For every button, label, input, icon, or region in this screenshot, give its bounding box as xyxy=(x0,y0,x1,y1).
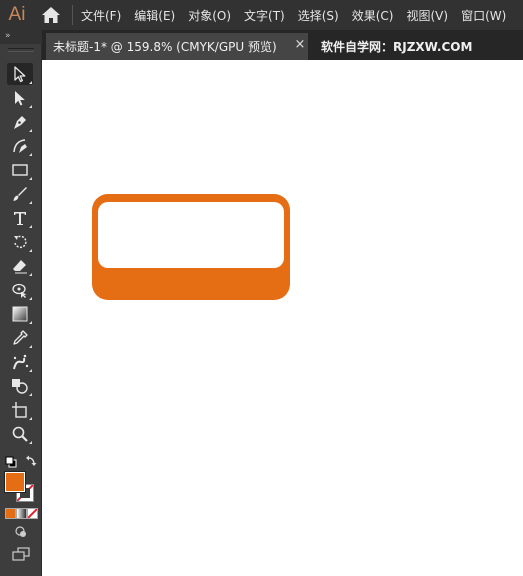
rotate-tool[interactable] xyxy=(7,231,33,253)
rounded-rectangle-shape[interactable] xyxy=(92,194,290,300)
default-colors-button[interactable] xyxy=(5,453,17,468)
menu-select[interactable]: 选择(S) xyxy=(298,7,339,24)
document-tab-bar: 未标题-1* @ 159.8% (CMYK/GPU 预览) × 软件自学网：RJ… xyxy=(42,30,523,60)
puppet-warp-tool[interactable] xyxy=(7,279,33,301)
menu-bar: Ai 文件(F) 编辑(E) 对象(O) 文字(T) 选择(S) 效果(C) 视… xyxy=(0,0,523,30)
puppet-warp-icon xyxy=(12,283,27,298)
sprayer-icon xyxy=(13,354,29,370)
home-button[interactable] xyxy=(34,0,68,30)
rotate-icon xyxy=(14,235,27,249)
brush-icon xyxy=(13,187,27,201)
artboard-icon xyxy=(12,402,27,418)
none-slash-icon xyxy=(28,509,37,518)
type-icon xyxy=(14,212,26,225)
collapse-panel-button[interactable]: » xyxy=(5,31,10,41)
swap-colors-button[interactable] xyxy=(25,452,38,466)
menu-object[interactable]: 对象(O) xyxy=(188,7,231,24)
direct-arrow-icon xyxy=(15,91,25,106)
gradient-icon xyxy=(12,306,28,322)
panel-grip[interactable] xyxy=(8,48,34,52)
rectangle-icon xyxy=(12,164,28,176)
selection-tool[interactable] xyxy=(7,63,33,85)
none-mode-button[interactable] xyxy=(27,508,38,519)
home-icon xyxy=(42,7,60,23)
symbol-sprayer-tool[interactable] xyxy=(7,351,33,373)
eraser-icon xyxy=(13,260,27,274)
shape-builder-icon xyxy=(12,379,28,394)
shape-builder-tool[interactable] xyxy=(7,375,33,397)
screen-mode-button[interactable] xyxy=(10,546,32,562)
menu-effect[interactable]: 效果(C) xyxy=(352,7,394,24)
menu-view[interactable]: 视图(V) xyxy=(406,7,448,24)
close-tab-button[interactable]: × xyxy=(293,37,307,52)
curvature-tool[interactable] xyxy=(7,135,33,157)
menu-window[interactable]: 窗口(W) xyxy=(461,7,506,24)
tools-panel-header: » xyxy=(0,30,42,44)
type-tool[interactable] xyxy=(7,207,33,229)
default-colors-icon xyxy=(5,456,17,468)
eyedropper-tool[interactable] xyxy=(7,327,33,349)
menu-type[interactable]: 文字(T) xyxy=(244,7,285,24)
artboard-tool[interactable] xyxy=(7,399,33,421)
menu-separator xyxy=(72,5,73,25)
app-logo: Ai xyxy=(8,4,26,25)
tools-panel: » xyxy=(0,30,42,576)
color-mode-button[interactable] xyxy=(5,508,16,519)
gradient-mode-button[interactable] xyxy=(16,508,27,519)
gradient-tool[interactable] xyxy=(7,303,33,325)
eraser-tool[interactable] xyxy=(7,255,33,277)
menu-file[interactable]: 文件(F) xyxy=(81,7,121,24)
draw-modes-icon xyxy=(15,526,26,537)
watermark-label: 软件自学网：RJZXW.COM xyxy=(321,40,473,54)
arrow-icon xyxy=(14,66,26,83)
curvature-icon xyxy=(13,139,27,153)
eyedropper-icon xyxy=(13,330,28,345)
swap-arrow-icon xyxy=(26,455,37,466)
document-tab-label: 未标题-1* @ 159.8% (CMYK/GPU 预览) xyxy=(53,40,277,54)
menu-list: 文件(F) 编辑(E) 对象(O) 文字(T) 选择(S) 效果(C) 视图(V… xyxy=(81,0,519,30)
screen-mode-icon xyxy=(12,547,30,561)
direct-selection-tool[interactable] xyxy=(7,87,33,109)
drawing-mode-button[interactable] xyxy=(11,524,31,540)
artboard-canvas[interactable] xyxy=(42,60,523,576)
shape-inner-cutout xyxy=(98,202,284,268)
pen-tool[interactable] xyxy=(7,111,33,133)
rectangle-tool[interactable] xyxy=(7,159,33,181)
zoom-tool[interactable] xyxy=(7,423,33,445)
fill-color-swatch[interactable] xyxy=(4,471,26,493)
paintbrush-tool[interactable] xyxy=(7,183,33,205)
magnifier-icon xyxy=(12,426,28,442)
menu-edit[interactable]: 编辑(E) xyxy=(134,7,175,24)
pen-icon xyxy=(14,116,26,129)
document-tab[interactable]: 未标题-1* @ 159.8% (CMYK/GPU 预览) × xyxy=(46,33,308,60)
